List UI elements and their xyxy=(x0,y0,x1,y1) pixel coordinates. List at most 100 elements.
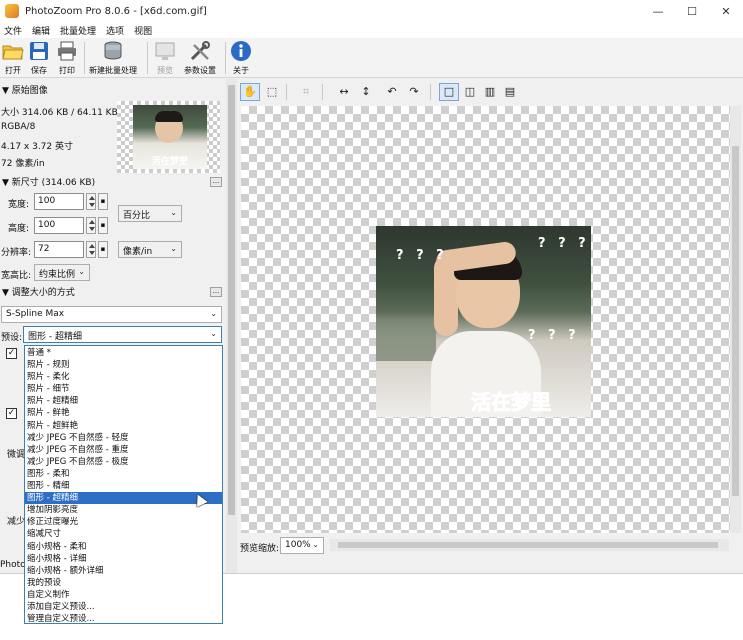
app-logo-icon xyxy=(5,4,19,18)
folder-open-icon xyxy=(2,45,24,60)
preset-option[interactable]: 照片 - 柔化 xyxy=(25,371,222,383)
preset-option[interactable]: 照片 - 细节 xyxy=(25,383,222,395)
size-unit-select[interactable]: 百分比 ⌄ xyxy=(118,205,182,222)
close-button[interactable]: ✕ xyxy=(709,0,743,22)
info-icon xyxy=(231,41,251,61)
resolution-unit-select[interactable]: 像素/in ⌄ xyxy=(118,241,182,258)
resolution-label: 分辨率: xyxy=(1,248,32,258)
aspect-ratio-select[interactable]: 约束比例 ⌄ xyxy=(34,264,90,281)
preset-option[interactable]: 减少 JPEG 不自然感 - 轻度 xyxy=(25,432,222,444)
new-batch-button[interactable]: 新建批量处理 xyxy=(89,40,137,76)
width-spinner[interactable] xyxy=(86,193,96,210)
preset-option[interactable]: 缩小规格 - 详细 xyxy=(25,553,222,565)
menu-bar: 文件 编辑 批量处理 选项 视图 xyxy=(0,22,743,38)
preview-vertical-scrollbar[interactable] xyxy=(730,106,741,533)
settings-scrollbar-thumb[interactable] xyxy=(228,85,235,515)
menu-view[interactable]: 视图 xyxy=(134,24,152,37)
preset-option[interactable]: 照片 - 鲜艳 xyxy=(25,407,222,419)
height-spinner[interactable] xyxy=(86,217,96,234)
preset-option[interactable]: 管理自定义预设... xyxy=(25,613,222,625)
preset-option[interactable]: 照片 - 超精细 xyxy=(25,395,222,407)
flip-vertical-icon[interactable]: ↕ xyxy=(356,83,376,101)
rotate-right-icon[interactable]: ↷ xyxy=(404,83,424,101)
resize-method-header[interactable]: ▼ 调整大小的方式 xyxy=(0,284,222,298)
preset-option[interactable]: 修正过度曝光 xyxy=(25,516,222,528)
menu-edit[interactable]: 编辑 xyxy=(32,24,50,37)
menu-options[interactable]: 选项 xyxy=(106,24,124,37)
question-marks: ? ? ? xyxy=(528,328,580,343)
thumbnail-hair xyxy=(155,111,183,122)
maximize-button[interactable]: ☐ xyxy=(675,0,709,22)
original-image-header[interactable]: ▼ 原始图像 xyxy=(0,82,222,96)
preset-option[interactable]: 图形 - 精细 xyxy=(25,480,222,492)
preset-option[interactable]: 添加自定义预设... xyxy=(25,601,222,613)
single-view-icon[interactable]: □ xyxy=(439,83,459,101)
zoom-select[interactable]: 100% ⌄ xyxy=(280,537,324,554)
resize-method-more-button[interactable]: ... xyxy=(210,287,222,297)
open-button[interactable]: 打开 xyxy=(2,40,24,76)
settings-button[interactable]: 参数设置 xyxy=(184,40,216,76)
preset-option[interactable]: 缩小规格 - 额外详细 xyxy=(25,565,222,577)
resolution-link-icon[interactable]: ▪ xyxy=(98,241,108,258)
select-tool-icon[interactable]: ⬚ xyxy=(262,83,282,101)
preset-select[interactable]: 图形 - 超精细 ⌄ xyxy=(23,326,222,343)
side-by-side-view-icon[interactable]: ▥ xyxy=(480,83,500,101)
preset-option[interactable]: 照片 - 规则 xyxy=(25,359,222,371)
toolbar-separator xyxy=(147,42,148,74)
option-checkbox-2[interactable]: ✓ xyxy=(6,408,17,419)
resolution-spinner[interactable] xyxy=(86,241,96,258)
split-vertical-view-icon[interactable]: ◫ xyxy=(460,83,480,101)
settings-scrollbar[interactable] xyxy=(226,79,237,573)
toolbar-separator xyxy=(430,84,431,100)
preview-button[interactable]: 预览 xyxy=(154,40,176,76)
preset-option[interactable]: 缩小规格 - 柔和 xyxy=(25,541,222,553)
new-size-more-button[interactable]: ... xyxy=(210,177,222,187)
floppy-save-icon xyxy=(30,42,48,60)
print-button[interactable]: 打印 xyxy=(56,40,78,76)
menu-batch[interactable]: 批量处理 xyxy=(60,24,96,37)
preview-vertical-scrollbar-thumb[interactable] xyxy=(732,146,739,496)
preset-option[interactable]: 减少 JPEG 不自然感 - 重度 xyxy=(25,444,222,456)
split-horizontal-view-icon[interactable]: ▤ xyxy=(500,83,520,101)
original-size-text: 大小 314.06 KB / 64.11 KB xyxy=(1,108,118,118)
toolbar-separator xyxy=(286,84,287,100)
height-label: 高度: xyxy=(8,224,30,234)
option-checkbox-1[interactable]: ✓ xyxy=(6,348,17,359)
preset-option[interactable]: 增加阴影亮度 xyxy=(25,504,222,516)
printer-icon xyxy=(58,41,76,61)
width-link-icon[interactable]: ▪ xyxy=(98,193,108,210)
flip-horizontal-icon[interactable]: ↔ xyxy=(334,83,354,101)
thumbnail-photo: 活在梦里 xyxy=(133,105,207,169)
minimize-button[interactable]: — xyxy=(641,0,675,22)
preset-option[interactable]: 图形 - 柔和 xyxy=(25,468,222,480)
height-input[interactable]: 100 xyxy=(34,217,84,234)
preview-horizontal-scrollbar-thumb[interactable] xyxy=(338,542,718,548)
new-size-header[interactable]: ▼ 新尺寸 (314.06 KB) xyxy=(0,174,222,188)
resolution-input[interactable]: 72 xyxy=(34,241,84,258)
color-mode-text: RGBA/8 xyxy=(1,122,36,132)
preview-horizontal-scrollbar[interactable] xyxy=(330,539,729,551)
toolbar-separator xyxy=(322,84,323,100)
crop-tool-icon[interactable]: ⌗ xyxy=(296,83,316,101)
hand-tool-icon[interactable]: ✋ xyxy=(240,83,260,101)
status-text: Photo xyxy=(0,560,26,570)
preset-option[interactable]: 照片 - 超鲜艳 xyxy=(25,420,222,432)
preset-option[interactable]: 减少 JPEG 不自然感 - 极度 xyxy=(25,456,222,468)
method-select[interactable]: S-Spline Max ⌄ xyxy=(1,306,222,323)
rotate-left-icon[interactable]: ↶ xyxy=(382,83,402,101)
preset-option[interactable]: 我的预设 xyxy=(25,577,222,589)
preset-dropdown-list[interactable]: 普通 * 照片 - 规则 照片 - 柔化 照片 - 细节 照片 - 超精细 照片… xyxy=(24,345,223,624)
preset-value: 图形 - 超精细 xyxy=(28,332,82,342)
about-button[interactable]: 关于 xyxy=(230,40,252,76)
preset-option[interactable]: 自定义制作 xyxy=(25,589,222,601)
preset-option[interactable]: 缩减尺寸 xyxy=(25,528,222,540)
menu-file[interactable]: 文件 xyxy=(4,24,22,37)
width-input[interactable]: 100 xyxy=(34,193,84,210)
image-caption: 活在梦里 xyxy=(471,390,552,415)
height-link-icon[interactable]: ▪ xyxy=(98,217,108,234)
save-button[interactable]: 保存 xyxy=(28,40,50,76)
preview-monitor-icon xyxy=(155,42,175,60)
preset-option[interactable]: 普通 * xyxy=(25,347,222,359)
dimensions-text: 4.17 x 3.72 英寸 xyxy=(1,142,73,152)
question-marks: ? ? ? xyxy=(396,248,448,263)
